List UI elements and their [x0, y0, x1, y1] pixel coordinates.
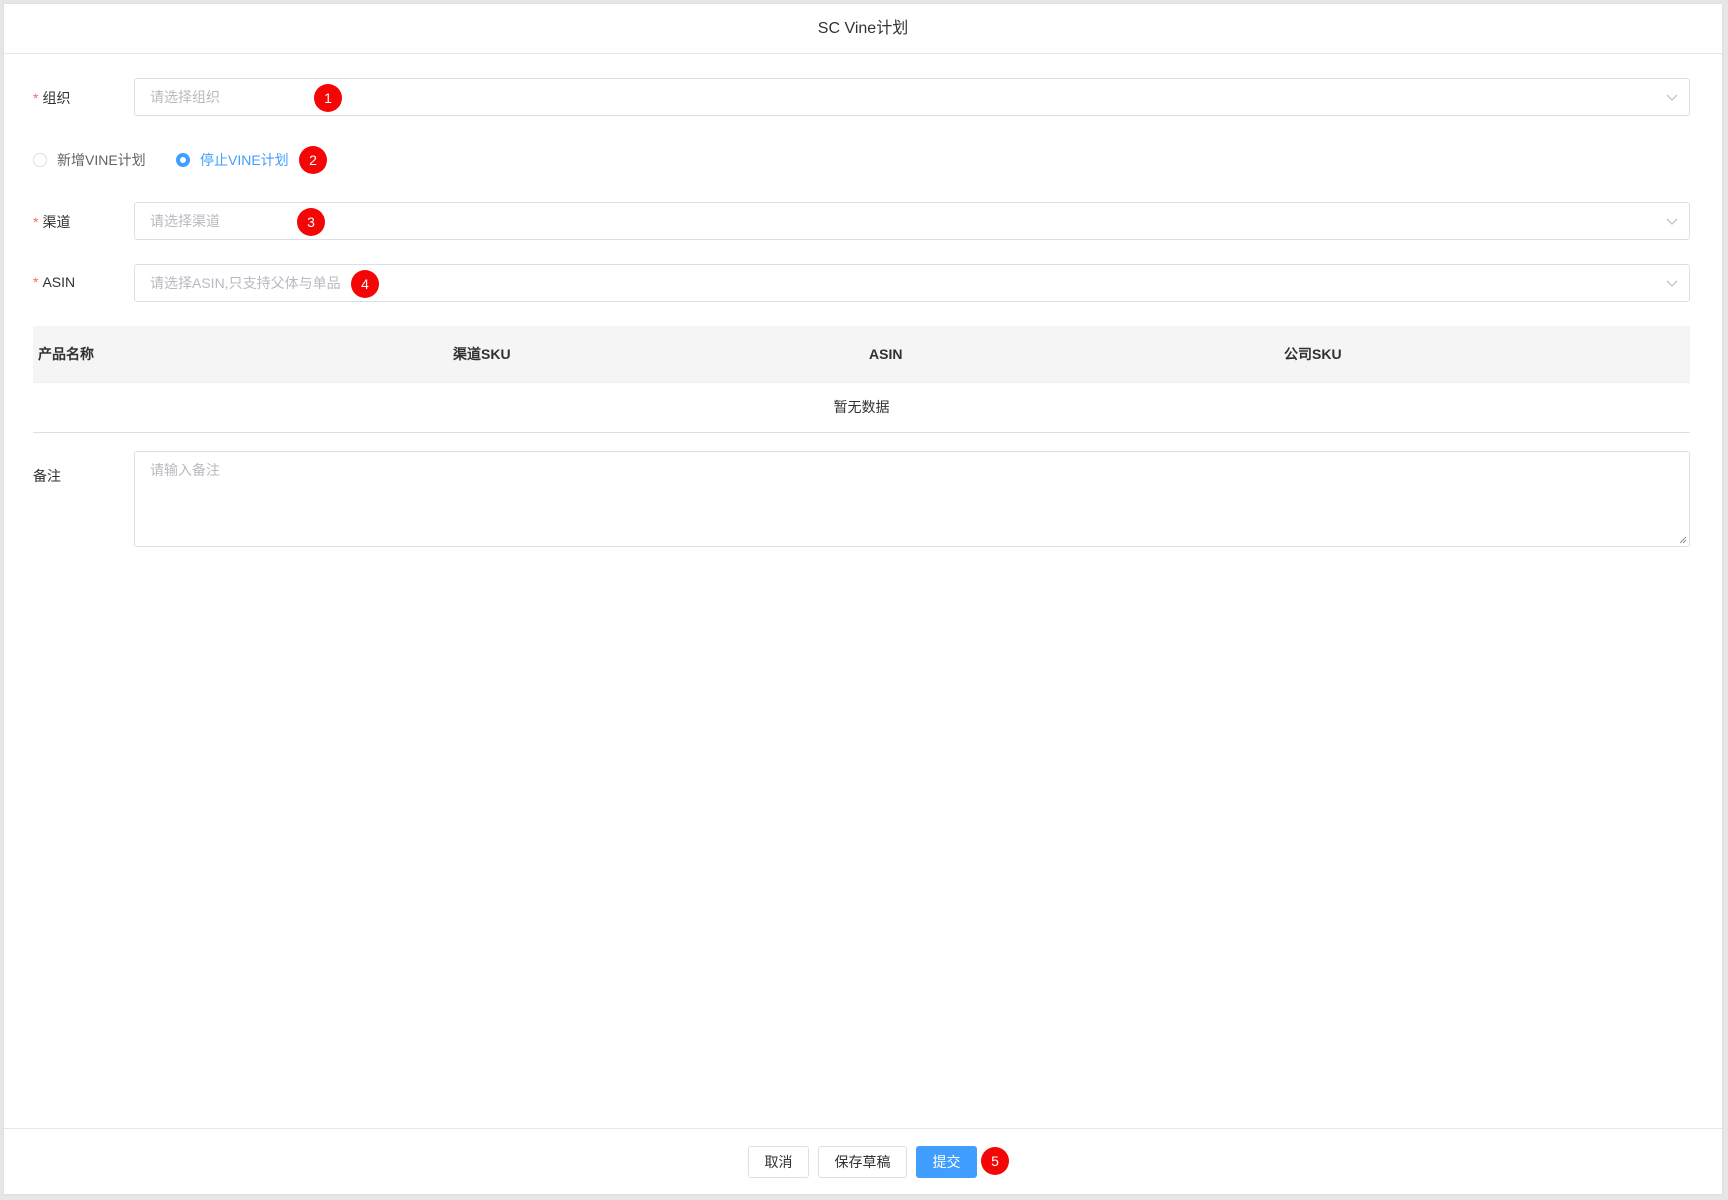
org-select[interactable]: 请选择组织: [134, 78, 1690, 116]
product-table: 产品名称 渠道SKU ASIN 公司SKU 暂无数据: [33, 326, 1690, 433]
radio-circle-unchecked: [33, 153, 47, 167]
radio-stop-vine-plan[interactable]: 停止VINE计划: [176, 145, 296, 175]
annotation-badge-1: 1: [314, 84, 342, 112]
column-header-asin: ASIN: [869, 346, 903, 362]
dialog-title: SC Vine计划: [4, 4, 1722, 54]
annotation-badge-4: 4: [351, 270, 379, 298]
remark-label: 备注: [33, 468, 61, 484]
asin-select-placeholder: 请选择ASIN,只支持父体与单品: [150, 275, 341, 291]
channel-select-placeholder: 请选择渠道: [150, 213, 220, 229]
radio-label: 停止VINE计划: [200, 152, 289, 168]
chevron-down-icon: [1666, 218, 1678, 225]
annotation-badge-5: 5: [981, 1147, 1009, 1175]
required-star: *: [33, 214, 39, 230]
resize-handle-icon[interactable]: [1679, 536, 1687, 544]
dialog-footer: 取消 保存草稿 提交 5: [4, 1128, 1722, 1195]
required-star: *: [33, 90, 39, 106]
asin-label: * ASIN: [33, 274, 76, 290]
vine-plan-dialog: SC Vine计划 * 组织 请选择组织 1 新增VINE计划 停止VINE计划 …: [4, 4, 1722, 1194]
org-select-placeholder: 请选择组织: [150, 89, 220, 105]
save-draft-button[interactable]: 保存草稿: [818, 1146, 907, 1178]
radio-add-vine-plan[interactable]: 新增VINE计划: [33, 145, 163, 175]
chevron-down-icon: [1666, 94, 1678, 101]
annotation-badge-3: 3: [297, 208, 325, 236]
cancel-button[interactable]: 取消: [748, 1146, 809, 1178]
column-header-company-sku: 公司SKU: [1284, 346, 1342, 362]
chevron-down-icon: [1666, 280, 1678, 287]
annotation-badge-2: 2: [299, 146, 327, 174]
channel-label: * 渠道: [33, 214, 71, 230]
required-star: *: [33, 274, 39, 290]
column-header-channel-sku: 渠道SKU: [453, 346, 511, 362]
remark-textarea[interactable]: 请输入备注: [134, 451, 1690, 547]
table-empty-text: 暂无数据: [33, 383, 1690, 433]
channel-select[interactable]: 请选择渠道: [134, 202, 1690, 240]
radio-circle-checked: [176, 153, 190, 167]
submit-button[interactable]: 提交: [916, 1146, 977, 1178]
remark-placeholder: 请输入备注: [150, 462, 220, 478]
org-label: * 组织: [33, 90, 71, 106]
column-header-product-name: 产品名称: [38, 346, 94, 362]
table-header: 产品名称 渠道SKU ASIN 公司SKU: [33, 326, 1690, 383]
radio-label: 新增VINE计划: [57, 152, 146, 168]
